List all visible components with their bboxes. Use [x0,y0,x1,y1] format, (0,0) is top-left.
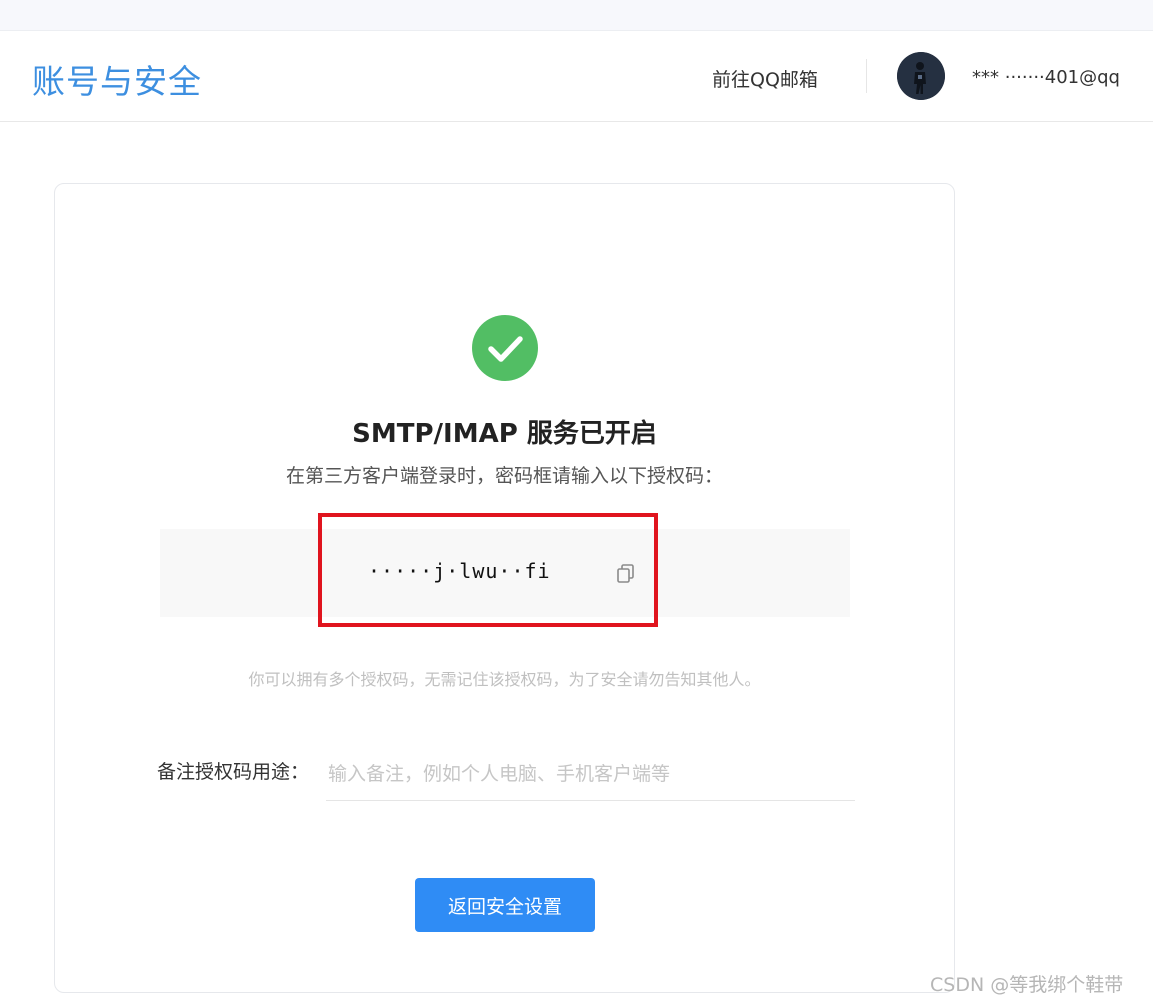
header: 账号与安全 前往QQ邮箱 *** ·······401@qq [0,31,1153,122]
auth-code-card: SMTP/IMAP 服务已开启 在第三方客户端登录时，密码框请输入以下授权码： … [54,183,955,993]
memo-input[interactable] [326,748,855,801]
check-circle-icon [472,315,538,381]
highlight-box [318,513,658,627]
service-status-title: SMTP/IMAP 服务已开启 [352,419,657,449]
back-to-security-button[interactable]: 返回安全设置 [415,878,595,932]
goto-qq-mail-link[interactable]: 前往QQ邮箱 [712,65,818,92]
memo-label: 备注授权码用途： [157,761,310,783]
page-title: 账号与安全 [32,62,202,101]
service-status-subtitle: 在第三方客户端登录时，密码框请输入以下授权码： [285,465,723,487]
header-divider [866,59,867,93]
top-strip [0,0,1153,31]
watermark: CSDN @等我绑个鞋带 [930,974,1124,996]
account-email[interactable]: *** ·······401@qq [972,67,1153,88]
avatar[interactable] [897,52,945,100]
auth-code-note: 你可以拥有多个授权码，无需记住该授权码，为了安全请勿告知其他人。 [248,670,761,689]
